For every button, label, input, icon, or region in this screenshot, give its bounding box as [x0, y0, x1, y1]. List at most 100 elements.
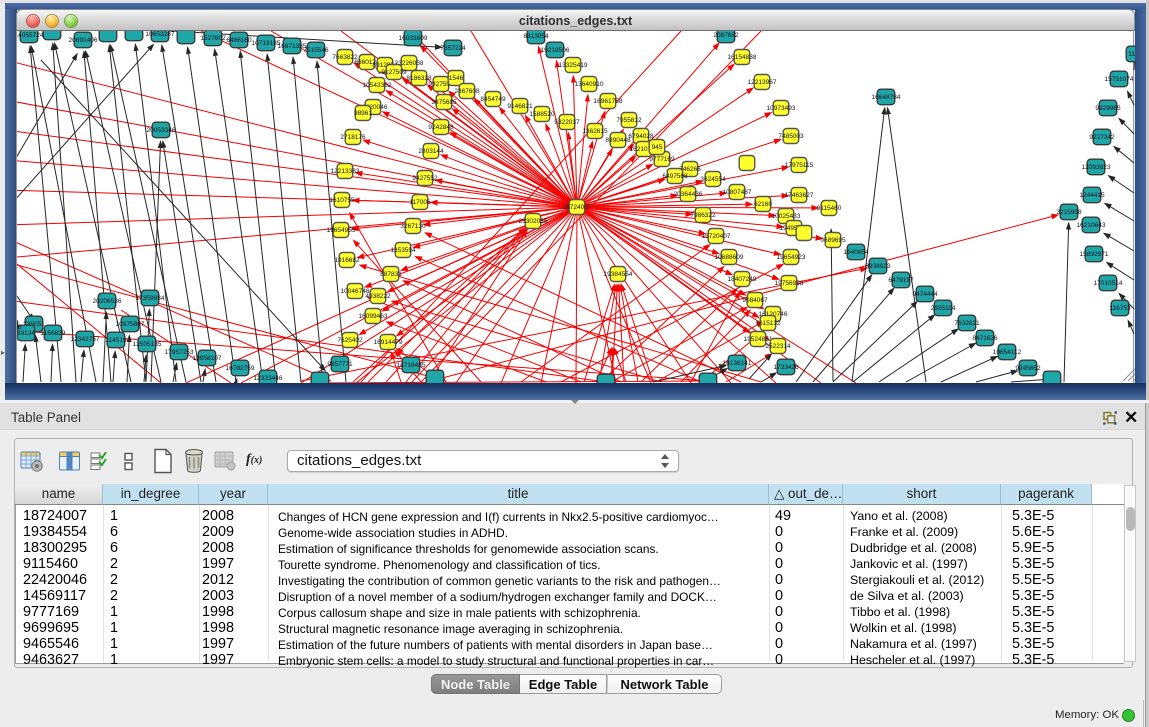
svg-text:7986322: 7986322	[690, 212, 716, 219]
svg-text:1615132: 1615132	[755, 320, 781, 327]
svg-text:3875685: 3875685	[431, 99, 457, 106]
svg-text:19218506: 19218506	[541, 47, 570, 54]
svg-text:12213967: 12213967	[748, 79, 777, 86]
svg-text:15892971: 15892971	[1080, 251, 1109, 258]
svg-text:10719185: 10719185	[252, 40, 281, 47]
svg-text:17359934: 17359934	[136, 295, 165, 302]
svg-text:7485003: 7485003	[778, 133, 804, 140]
svg-text:19524851: 19524851	[744, 336, 773, 343]
svg-text:17957253: 17957253	[165, 349, 194, 356]
svg-text:13716485: 13716485	[397, 362, 426, 369]
svg-text:10654112: 10654112	[993, 349, 1022, 356]
svg-text:7955812: 7955812	[616, 117, 642, 124]
svg-text:6479197: 6479197	[888, 277, 914, 284]
svg-text:0689695: 0689695	[820, 237, 846, 244]
svg-text:9474444: 9474444	[912, 291, 938, 298]
svg-text:8813054: 8813054	[523, 33, 549, 40]
svg-text:20206536: 20206536	[93, 298, 122, 305]
svg-text:3624554: 3624554	[700, 176, 726, 183]
svg-text:7515546: 7515546	[303, 47, 329, 54]
svg-text:16782759: 16782759	[226, 365, 255, 372]
svg-text:16033809: 16033809	[399, 35, 428, 42]
svg-text:19756928: 19756928	[775, 280, 804, 287]
svg-text:8938923: 8938923	[865, 263, 891, 270]
svg-text:10958107: 10958107	[193, 355, 222, 362]
svg-text:17010514: 17010514	[1094, 280, 1123, 287]
svg-text:62160: 62160	[754, 201, 772, 208]
svg-text:1156829: 1156829	[41, 330, 66, 337]
svg-text:10975867: 10975867	[116, 321, 145, 328]
svg-text:18407249: 18407249	[728, 276, 757, 283]
svg-text:9427552: 9427552	[412, 175, 438, 182]
svg-text:17975115: 17975115	[785, 162, 814, 169]
svg-text:1916682: 1916682	[334, 257, 360, 264]
svg-text:16648784: 16648784	[872, 94, 901, 101]
svg-text:9777169: 9777169	[649, 156, 675, 163]
svg-text:1244415: 1244415	[1079, 192, 1105, 199]
svg-text:10543362: 10543362	[363, 82, 392, 89]
svg-text:887831: 887831	[380, 271, 402, 278]
svg-text:1546: 1546	[449, 75, 464, 82]
svg-text:19654955: 19654955	[327, 227, 356, 234]
svg-text:16914479: 16914479	[374, 339, 403, 346]
svg-text:12323446: 12323446	[254, 375, 283, 382]
svg-text:1640954: 1640954	[843, 249, 869, 256]
svg-text:9227342: 9227342	[1089, 134, 1115, 141]
svg-text:20691406: 20691406	[69, 37, 98, 44]
svg-text:6794028: 6794028	[628, 133, 654, 140]
svg-text:1527602: 1527602	[200, 35, 226, 42]
svg-text:16961758: 16961758	[594, 98, 623, 105]
svg-text:7632621: 7632621	[954, 320, 980, 327]
svg-text:117006: 117006	[409, 199, 431, 206]
svg-text:1112: 1112	[1128, 51, 1135, 58]
svg-text:12342757: 12342757	[71, 336, 100, 343]
svg-text:3267130: 3267130	[400, 223, 426, 230]
svg-text:7357224: 7357224	[440, 45, 466, 52]
svg-text:8454749: 8454749	[480, 96, 506, 103]
svg-text:945: 945	[652, 144, 663, 151]
svg-text:23302035: 23302035	[519, 218, 548, 225]
svg-text:3215958: 3215958	[1056, 209, 1082, 216]
svg-text:12505135: 12505135	[133, 341, 162, 348]
svg-text:14055724: 14055724	[17, 32, 44, 39]
svg-text:15751074: 15751074	[1105, 76, 1134, 83]
svg-text:9115460: 9115460	[817, 205, 842, 212]
svg-text:114519: 114519	[105, 337, 127, 344]
svg-text:16099463: 16099463	[359, 313, 388, 320]
svg-text:7625402: 7625402	[337, 337, 363, 344]
svg-text:9127509: 9127509	[381, 69, 407, 76]
svg-text:16210643: 16210643	[1077, 222, 1106, 229]
svg-text:2867608: 2867608	[454, 88, 480, 95]
svg-text:2935114: 2935114	[931, 305, 956, 312]
svg-text:16136141: 16136141	[723, 360, 752, 367]
svg-text:19654923: 19654923	[777, 254, 806, 261]
svg-text:10653287: 10653287	[146, 31, 175, 38]
svg-text:9084067: 9084067	[742, 297, 768, 304]
svg-text:20053346: 20053346	[147, 127, 176, 134]
svg-text:2522314: 2522314	[765, 343, 791, 350]
svg-text:17463627: 17463627	[785, 192, 814, 199]
svg-text:8990448: 8990448	[605, 137, 631, 144]
svg-text:8471626: 8471626	[972, 335, 998, 342]
svg-text:16154838: 16154838	[728, 54, 757, 61]
svg-text:13640910: 13640910	[575, 81, 604, 88]
svg-text:1588520: 1588520	[529, 111, 555, 118]
svg-text:2803144: 2803144	[418, 148, 444, 155]
svg-text:4938222: 4938222	[365, 293, 391, 300]
svg-text:13325419: 13325419	[559, 62, 588, 69]
svg-text:10688609: 10688609	[715, 254, 744, 261]
svg-text:6497568: 6497568	[662, 173, 688, 180]
svg-text:15720407: 15720407	[702, 233, 731, 240]
svg-text:1733426: 1733426	[773, 364, 799, 371]
svg-text:20364436: 20364436	[674, 191, 703, 198]
svg-text:5322037: 5322037	[554, 119, 580, 126]
svg-text:1362615: 1362615	[582, 128, 608, 135]
svg-text:116753: 116753	[1109, 305, 1131, 312]
svg-text:18724007: 18724007	[563, 204, 592, 211]
svg-text:9329965: 9329965	[1095, 105, 1121, 112]
svg-text:1610755: 1610755	[329, 197, 355, 204]
svg-text:9146821: 9146821	[507, 103, 533, 110]
svg-text:98961: 98961	[354, 110, 372, 117]
svg-text:2718176: 2718176	[340, 134, 366, 141]
svg-text:10973493: 10973493	[767, 105, 796, 112]
